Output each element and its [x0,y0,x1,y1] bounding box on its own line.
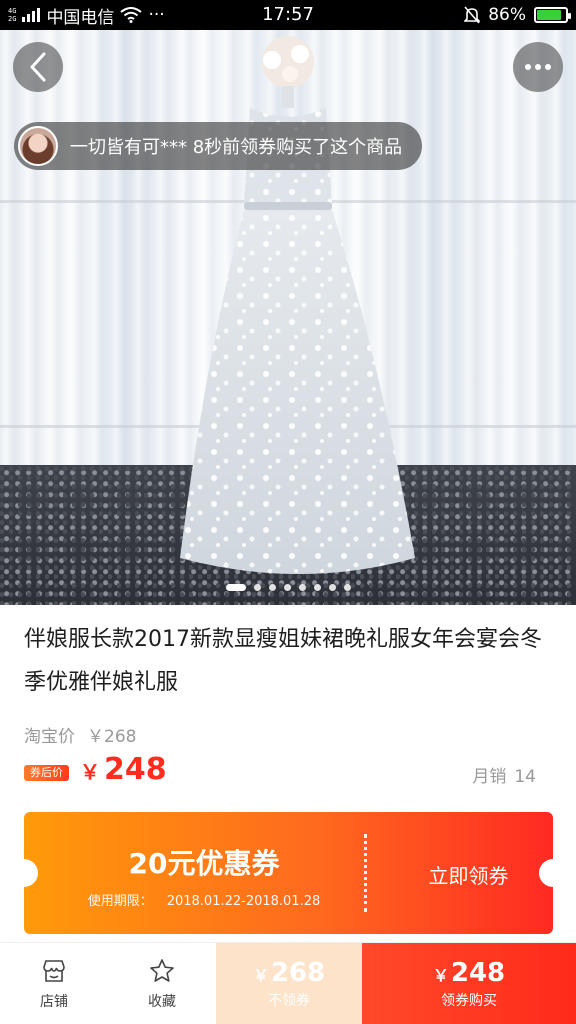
original-price-label: 淘宝价 [24,727,75,747]
product-title: 伴娘服长款2017新款显瘦姐妹裙晚礼服女年会宴会冬季优雅伴娘礼服 [24,627,542,695]
battery-level [537,10,562,20]
buy-label: 领券购买 [441,993,497,1009]
price-value: 248 [104,752,167,787]
battery-icon [534,7,571,23]
coupon-value: 20元优惠券 [128,847,280,880]
currency-symbol: ￥ [80,760,100,784]
mute-bell-icon [464,6,481,24]
no-coupon-currency: ￥ [252,966,269,985]
buy-currency: ￥ [432,966,449,985]
star-icon [150,959,174,982]
buy-price: ￥248 [433,958,505,988]
buy-price-value: 248 [450,958,506,988]
carousel-dot[interactable] [343,584,351,591]
monthly-sales-label: 月销 [472,767,507,787]
status-bar: 4G 2G 中国电信 ··· 17:57 86% [0,0,576,30]
bottom-action-bar: 店铺 收藏 ￥268 不领券 ￥248 领券购买 [0,942,576,1024]
carousel-dot[interactable] [313,584,321,591]
no-coupon-price-value: 268 [270,958,326,988]
product-image-carousel[interactable] [0,30,576,605]
carousel-dot[interactable] [283,584,291,591]
chevron-left-icon [30,52,46,82]
original-price-row: 淘宝价 ￥268 [24,722,136,747]
buyer-avatar [18,126,58,166]
buy-with-coupon-button[interactable]: ￥248 领券购买 [362,943,576,1024]
carousel-dot[interactable] [328,584,336,591]
buy-without-coupon-button[interactable]: ￥268 不领券 [216,943,362,1024]
recent-purchase-notice: 一切皆有可*** 8秒前领券购买了这个商品 [14,122,423,170]
store-label: 店铺 [40,994,68,1010]
carousel-dot[interactable] [225,584,246,591]
wedding-dress-image [180,36,415,574]
get-coupon-button[interactable]: 立即领券 [384,860,553,889]
monthly-sales: 月销 14 [472,762,536,787]
no-coupon-label: 不领券 [268,993,310,1009]
store-icon [43,960,65,982]
coupon-period: 使用期限： 2018.01.22-2018.01.28 [24,890,384,909]
favorite-label: 收藏 [148,994,176,1010]
back-button[interactable] [13,42,63,92]
more-options-button[interactable] [513,42,563,92]
coupon-card[interactable]: 20元优惠券 使用期限： 2018.01.22-2018.01.28 立即领券 [24,812,553,934]
store-button[interactable]: 店铺 [0,943,108,1024]
carousel-indicator [0,584,576,591]
after-coupon-tag: 券后价 [24,765,69,781]
carousel-dot[interactable] [253,584,261,591]
original-price: ￥268 [87,727,137,747]
favorite-button[interactable]: 收藏 [108,943,216,1024]
no-coupon-price: ￥268 [253,958,325,988]
coupon-period-label: 使用期限： [87,894,153,909]
purchase-notice-text: 一切皆有可*** 8秒前领券购买了这个商品 [70,137,403,158]
battery-percent: 86% [488,5,526,25]
carousel-dot[interactable] [268,584,276,591]
more-dots-icon [525,64,551,70]
coupon-period-dates: 2018.01.22-2018.01.28 [166,894,321,909]
monthly-sales-value: 14 [514,767,536,787]
coupon-divider [364,834,367,912]
status-right: 86% [464,0,571,30]
current-price: ￥ 248 [80,752,167,787]
carousel-dot[interactable] [298,584,306,591]
